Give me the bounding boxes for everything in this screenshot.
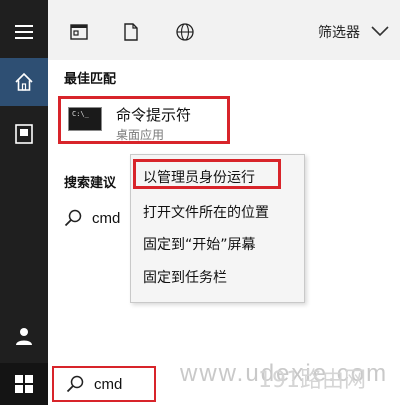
suggestion-item[interactable]: cmd [64,206,134,230]
best-match-result[interactable]: C:\_ 命令提示符 桌面应用 [58,96,230,144]
watermark-brand: 191路由网 [258,368,366,393]
chevron-down-icon[interactable] [370,24,390,38]
hamburger-menu-icon [15,25,33,39]
suggestion-label: cmd [92,209,121,227]
run-as-admin-highlight [133,159,281,189]
taskbar-search-input[interactable]: cmd [52,366,156,402]
web-filter-button[interactable] [175,22,195,42]
left-rail [0,0,48,363]
documents-icon [15,124,33,144]
best-match-heading: 最佳匹配 [64,72,117,87]
search-icon [66,375,84,393]
search-icon [64,209,82,227]
menu-item-pin-to-taskbar[interactable]: 固定到任务栏 [143,267,227,287]
hamburger-menu-button[interactable] [0,14,48,50]
search-suggestions-heading: 搜索建议 [64,176,117,191]
menu-item-open-file-location[interactable]: 打开文件所在的位置 [143,202,269,222]
command-prompt-icon: C:\_ [68,107,102,131]
home-icon [15,72,33,91]
documents-filter-button[interactable] [121,22,141,42]
filter-bar: 筛选器 [48,0,400,60]
filter-dropdown-label[interactable]: 筛选器 [318,22,360,42]
home-button[interactable] [0,58,48,106]
windows-logo-icon [15,375,33,393]
result-subtitle: 桌面应用 [116,128,165,142]
menu-item-pin-to-start[interactable]: 固定到“开始”屏幕 [143,234,256,254]
document-icon [124,23,138,41]
globe-icon [176,23,194,41]
apps-icon [70,24,88,40]
result-title: 命令提示符 [116,106,192,124]
search-query-text: cmd [94,375,123,393]
start-button[interactable] [0,363,48,405]
user-button[interactable] [0,316,48,356]
apps-filter-button[interactable] [69,22,89,42]
documents-button[interactable] [0,110,48,158]
user-icon [16,328,32,345]
